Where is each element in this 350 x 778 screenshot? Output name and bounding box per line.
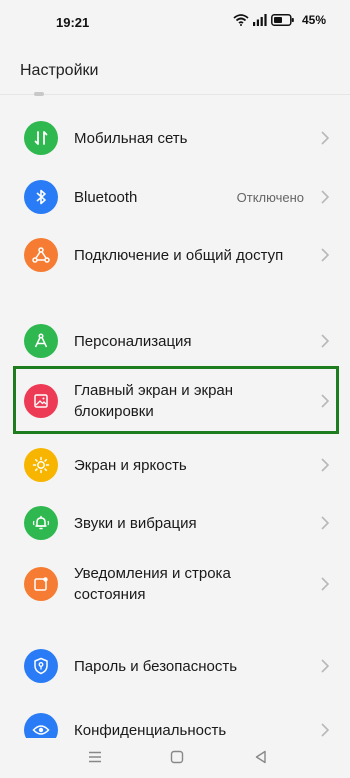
bluetooth-status: Отключено — [236, 189, 304, 205]
chevron-right-icon — [321, 131, 330, 145]
settings-item-label: Bluetooth — [74, 188, 138, 206]
back-icon[interactable] — [254, 750, 268, 764]
page-title: Настройки — [20, 62, 99, 79]
home-icon[interactable] — [170, 750, 184, 764]
navigation-bar — [0, 738, 350, 778]
settings-item-notifications[interactable]: Уведомления и строка состояния — [0, 563, 350, 605]
signal-icon — [252, 14, 267, 26]
chevron-right-icon — [321, 248, 330, 262]
settings-item-connection-sharing[interactable]: Подключение и общий доступ — [0, 237, 350, 273]
wifi-icon — [233, 14, 249, 26]
status-bar: 19:21 45% — [0, 0, 350, 44]
password-security-icon — [24, 649, 58, 683]
chevron-right-icon — [321, 659, 330, 673]
menu-icon[interactable] — [88, 750, 102, 764]
settings-item-label: Персонализация — [74, 332, 192, 350]
personalization-icon — [24, 324, 58, 358]
chevron-right-icon — [321, 577, 330, 591]
settings-item-label: Пароль и безопасность — [74, 657, 238, 675]
divider — [0, 94, 350, 95]
settings-item-bluetooth[interactable]: Bluetooth Отключено — [0, 179, 350, 215]
settings-item-label: Подключение и общий доступ — [74, 246, 284, 264]
settings-item-personalization[interactable]: Персонализация — [0, 323, 350, 359]
settings-item-display-brightness[interactable]: Экран и яркость — [0, 447, 350, 483]
highlight-frame — [13, 366, 339, 434]
status-time: 19:21 — [56, 15, 90, 30]
settings-item-label: Экран и яркость — [74, 456, 187, 474]
bluetooth-icon — [24, 180, 58, 214]
settings-item-label: Звуки и вибрация — [74, 514, 197, 532]
display-brightness-icon — [24, 448, 58, 482]
settings-item-label: Мобильная сеть — [74, 129, 188, 147]
sound-vibration-icon — [24, 506, 58, 540]
settings-item-password-security[interactable]: Пароль и безопасность — [0, 648, 350, 684]
mobile-network-icon — [24, 121, 58, 155]
battery-percent: 45% — [301, 13, 326, 27]
chevron-right-icon — [321, 458, 330, 472]
scroll-indicator — [34, 92, 44, 96]
settings-item-sound-vibration[interactable]: Звуки и вибрация — [0, 505, 350, 541]
chevron-right-icon — [321, 190, 330, 204]
battery-icon — [271, 14, 294, 26]
settings-item-mobile-network[interactable]: Мобильная сеть — [0, 120, 350, 156]
chevron-right-icon — [321, 723, 330, 737]
notifications-icon — [24, 567, 58, 601]
chevron-right-icon — [321, 334, 330, 348]
chevron-right-icon — [321, 516, 330, 530]
connection-sharing-icon — [24, 238, 58, 272]
status-icons: 45% — [233, 13, 326, 27]
settings-item-label: Уведомления и строка состояния — [74, 565, 231, 603]
